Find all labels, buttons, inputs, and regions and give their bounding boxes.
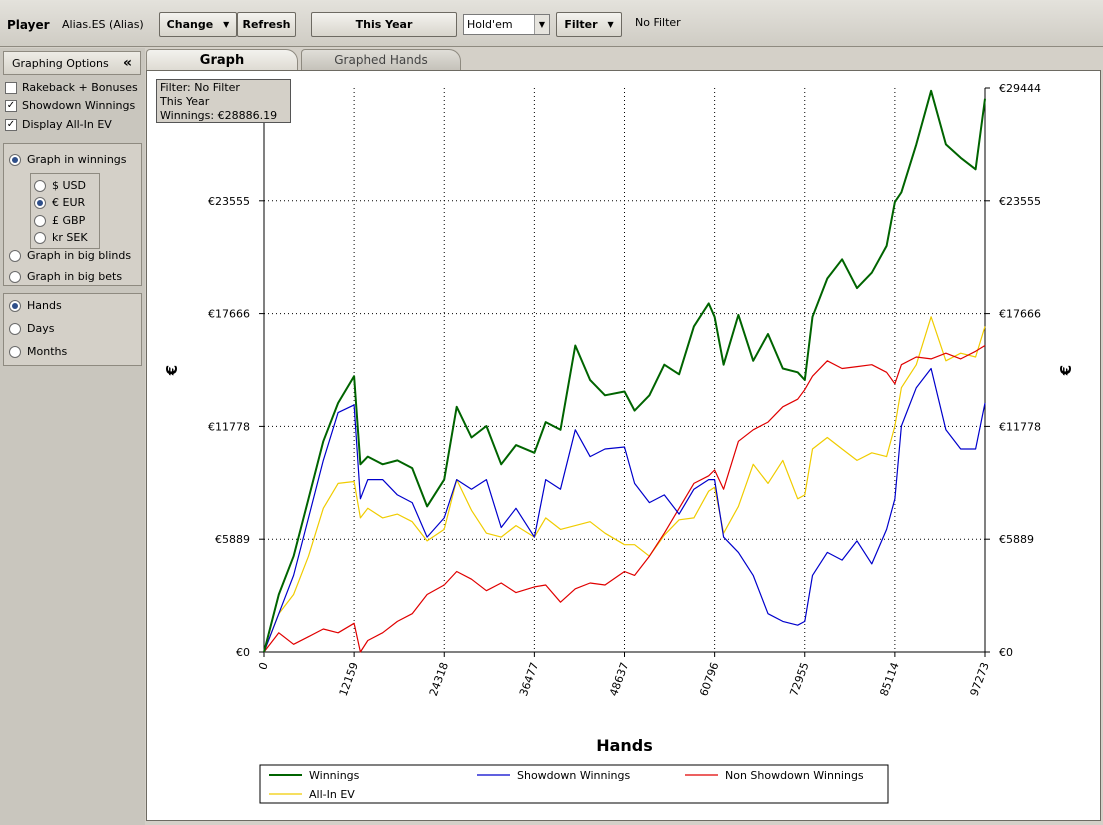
rakeback-checkbox[interactable] <box>5 81 17 94</box>
radio-icon[interactable] <box>34 231 46 244</box>
player-alias: Alias.ES (Alias) <box>62 18 144 31</box>
radio-icon[interactable] <box>34 179 46 192</box>
x-tick-label: 36477 <box>517 661 541 698</box>
allin-ev-checkbox-row[interactable]: ✓ Display All-In EV <box>5 116 112 133</box>
graph-mode-panel: Graph in winnings $ USD € EUR £ GBP kr S… <box>3 143 142 286</box>
radio-icon[interactable] <box>9 249 21 262</box>
xaxis-months-radio[interactable]: Months <box>9 343 67 360</box>
xaxis-months-label: Months <box>27 345 68 358</box>
x-tick-label: 0 <box>256 661 271 672</box>
top-toolbar: Player Alias.ES (Alias) Change ▼ Refresh… <box>0 0 1103 47</box>
radio-icon[interactable] <box>9 345 21 358</box>
xaxis-hands-radio[interactable]: Hands <box>9 297 62 314</box>
currency-usd-label: $ USD <box>52 179 86 192</box>
x-axis-title: Hands <box>596 736 653 755</box>
y-tick-label: €11778 <box>208 420 250 433</box>
change-button-label: Change <box>166 18 214 31</box>
double-chevron-left-icon[interactable]: « <box>123 55 132 71</box>
x-tick-label: 85114 <box>878 661 902 698</box>
graph-in-big-blinds-radio[interactable]: Graph in big blinds <box>9 247 131 264</box>
xaxis-hands-label: Hands <box>27 299 62 312</box>
currency-eur-radio[interactable]: € EUR <box>34 194 85 211</box>
refresh-button[interactable]: Refresh <box>237 12 296 37</box>
y-tick-label-right: €29444 <box>999 82 1041 95</box>
y-tick-label-right: €0 <box>999 646 1013 659</box>
xaxis-days-label: Days <box>27 322 55 335</box>
winnings-chart: 0 12159 24318 36477 48637 60796 72955 85114 9727… <box>163 82 1075 804</box>
y-tick-label-right: €5889 <box>999 533 1034 546</box>
tab-graphed-hands[interactable]: Graphed Hands <box>301 49 461 70</box>
legend-entry: All-In EV <box>309 788 355 801</box>
graph-in-big-bets-label: Graph in big bets <box>27 270 123 283</box>
change-button[interactable]: Change ▼ <box>159 12 237 37</box>
rakeback-label: Rakeback + Bonuses <box>22 81 138 94</box>
allin-ev-checkbox[interactable]: ✓ <box>5 118 17 131</box>
currency-sek-label: kr SEK <box>52 231 88 244</box>
y-tick-label: €23555 <box>208 195 250 208</box>
y-tick-label-right: €11778 <box>999 420 1041 433</box>
y-tick-label: €5889 <box>215 533 250 546</box>
allin-ev-label: Display All-In EV <box>22 118 112 131</box>
radio-icon[interactable] <box>9 322 21 335</box>
currency-gbp-radio[interactable]: £ GBP <box>34 212 85 229</box>
y-axis-title: € <box>163 365 181 376</box>
x-tick-label: 24318 <box>427 661 451 698</box>
chevron-down-icon: ▼ <box>223 20 230 29</box>
radio-selected-icon[interactable] <box>34 196 46 209</box>
legend-entry: Showdown Winnings <box>517 769 631 782</box>
player-label: Player <box>7 17 50 32</box>
x-tick-label: 97273 <box>968 661 992 698</box>
series-line-winnings <box>263 89 986 653</box>
radio-icon[interactable] <box>9 270 21 283</box>
filter-status: No Filter <box>635 16 681 29</box>
currency-usd-radio[interactable]: $ USD <box>34 177 86 194</box>
graph-in-winnings-radio[interactable]: Graph in winnings <box>9 151 127 168</box>
xaxis-days-radio[interactable]: Days <box>9 320 54 337</box>
y-tick-label: €0 <box>236 646 250 659</box>
chevron-down-icon: ▼ <box>607 20 614 29</box>
showdown-checkbox[interactable]: ✓ <box>5 99 17 112</box>
y-tick-label-right: €17666 <box>999 308 1041 321</box>
radio-icon[interactable] <box>34 214 46 227</box>
legend-entry: Winnings <box>309 769 360 782</box>
currency-gbp-label: £ GBP <box>52 214 86 227</box>
graphing-options-header: Graphing Options « <box>3 51 141 75</box>
xaxis-panel: Hands Days Months <box>3 293 142 366</box>
currency-eur-label: € EUR <box>52 196 86 209</box>
info-winnings: Winnings: €28886.19 <box>160 109 278 122</box>
graph-in-big-blinds-label: Graph in big blinds <box>27 249 132 262</box>
graphing-options-title: Graphing Options <box>12 56 109 70</box>
info-period: This Year <box>160 95 210 108</box>
currency-sek-radio[interactable]: kr SEK <box>34 229 88 246</box>
graph-in-winnings-label: Graph in winnings <box>27 153 127 166</box>
y-tick-label: €17666 <box>208 308 250 321</box>
period-button[interactable]: This Year <box>311 12 457 37</box>
series-line-showdown-winnings <box>263 367 986 653</box>
graphing-options-sidebar: Graphing Options « Rakeback + Bonuses ✓ … <box>0 48 145 825</box>
x-tick-label: 48637 <box>607 661 631 698</box>
tab-graph[interactable]: Graph <box>146 49 298 70</box>
game-select[interactable]: Hold'em ▼ <box>463 14 550 35</box>
currency-panel: $ USD € EUR £ GBP kr SEK <box>30 173 100 249</box>
dropdown-arrow-icon[interactable]: ▼ <box>534 15 549 34</box>
filter-button-label: Filter <box>564 18 598 31</box>
rakeback-checkbox-row[interactable]: Rakeback + Bonuses <box>5 79 138 96</box>
radio-selected-icon[interactable] <box>9 153 21 166</box>
y-tick-label-right: €23555 <box>999 195 1041 208</box>
x-tick-label: 72955 <box>787 661 811 698</box>
graph-in-big-bets-radio[interactable]: Graph in big bets <box>9 268 122 285</box>
filter-button[interactable]: Filter ▼ <box>556 12 622 37</box>
game-select-value: Hold'em <box>467 18 513 31</box>
graph-info-box: Filter: No Filter This Year Winnings: €2… <box>156 79 291 123</box>
showdown-label: Showdown Winnings <box>22 99 136 112</box>
radio-selected-icon[interactable] <box>9 299 21 312</box>
info-filter: Filter: No Filter <box>160 81 240 94</box>
showdown-checkbox-row[interactable]: ✓ Showdown Winnings <box>5 97 135 114</box>
x-tick-label: 12159 <box>337 661 361 698</box>
y-axis-title-right: € <box>1057 365 1075 376</box>
legend-entry: Non Showdown Winnings <box>725 769 864 782</box>
graph-panel: 0 12159 24318 36477 48637 60796 72955 85114 9727… <box>146 70 1101 821</box>
x-tick-label: 60796 <box>697 661 721 698</box>
